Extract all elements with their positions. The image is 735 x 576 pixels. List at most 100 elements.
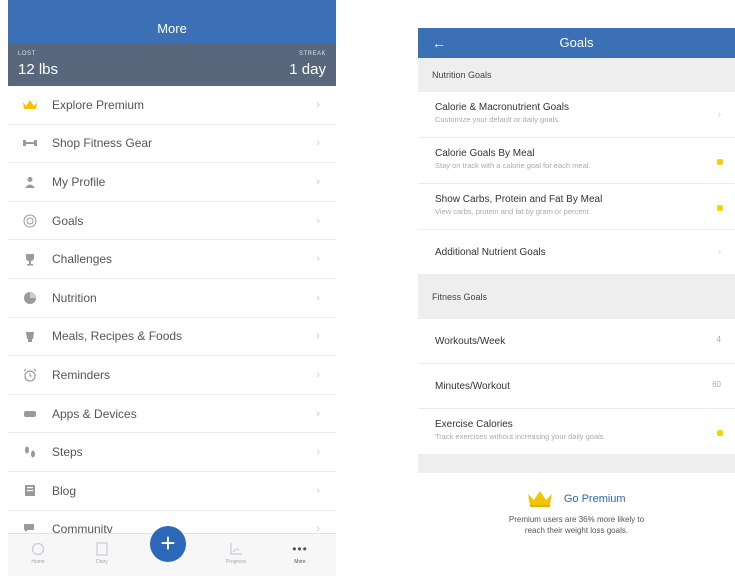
toggle-switch[interactable] bbox=[717, 205, 723, 211]
goal-row-calorie-macronutrient[interactable]: Calorie & Macronutrient Goals Customize … bbox=[418, 92, 735, 138]
back-arrow-icon[interactable]: ← bbox=[432, 28, 446, 58]
goal-row-additional-nutrient-goals[interactable]: Additional Nutrient Goals › bbox=[418, 230, 735, 275]
page-title: More bbox=[157, 21, 187, 36]
more-screen: More LOST 12 lbs STREAK 1 day Explore Pr… bbox=[8, 0, 336, 576]
menu-item-label: Steps bbox=[52, 445, 83, 460]
goal-row-calorie-goals-by-meal[interactable]: Calorie Goals By Meal Stay on track with… bbox=[418, 138, 735, 184]
goal-value: 60 bbox=[712, 380, 721, 389]
more-dots-icon: ••• bbox=[292, 542, 308, 556]
crown-icon bbox=[22, 97, 38, 113]
menu-item-my-profile[interactable]: My Profile › bbox=[8, 163, 336, 202]
goal-value: 4 bbox=[716, 335, 721, 344]
lost-value: 12 lbs bbox=[18, 61, 59, 78]
menu-item-reminders[interactable]: Reminders › bbox=[8, 356, 336, 395]
goal-row-minutes-workout[interactable]: Minutes/Workout 60 bbox=[418, 364, 735, 409]
chevron-right-icon: › bbox=[316, 330, 320, 343]
chevron-right-icon: › bbox=[718, 109, 721, 119]
section-header-fitness: Fitness Goals bbox=[418, 275, 735, 319]
trophy-icon bbox=[22, 251, 38, 267]
goal-row-show-carbs-protein-fat[interactable]: Show Carbs, Protein and Fat By Meal View… bbox=[418, 184, 735, 230]
premium-note: Premium users are 36% more likely to rea… bbox=[418, 514, 735, 536]
menu-item-explore-premium[interactable]: Explore Premium › bbox=[8, 86, 336, 125]
progress-chart-icon bbox=[230, 543, 242, 555]
menu-item-label: Nutrition bbox=[52, 290, 97, 305]
menu-item-label: Explore Premium bbox=[52, 97, 145, 112]
menu-item-challenges[interactable]: Challenges › bbox=[8, 240, 336, 279]
goal-title: Show Carbs, Protein and Fat By Meal bbox=[435, 194, 603, 205]
menu-item-label: Meals, Recipes & Foods bbox=[52, 329, 183, 344]
devices-icon bbox=[22, 406, 38, 422]
bottom-tab-bar: Home Diary + Progress ••• More bbox=[8, 526, 336, 576]
tab-more[interactable]: ••• More bbox=[280, 538, 320, 565]
goal-subtitle: Track exercises without increasing your … bbox=[435, 432, 606, 441]
section-title: Nutrition Goals bbox=[432, 70, 492, 80]
more-header: More bbox=[8, 0, 336, 44]
goal-title: Calorie & Macronutrient Goals bbox=[435, 102, 569, 113]
tab-label: More bbox=[294, 559, 306, 565]
pie-chart-icon bbox=[22, 290, 38, 306]
add-button[interactable]: + bbox=[150, 526, 186, 562]
tab-label: Diary bbox=[96, 559, 108, 565]
premium-note-line: reach their weight loss goals. bbox=[524, 526, 629, 536]
chevron-right-icon: › bbox=[316, 98, 320, 111]
menu-item-label: Apps & Devices bbox=[52, 406, 137, 421]
goal-title: Exercise Calories bbox=[435, 419, 513, 430]
alarm-clock-icon bbox=[22, 367, 38, 383]
goal-subtitle: Customize your default or daily goals. bbox=[435, 115, 561, 124]
chevron-right-icon: › bbox=[718, 246, 721, 256]
go-premium-button[interactable]: Go Premium bbox=[418, 490, 735, 508]
footsteps-icon bbox=[22, 444, 38, 460]
menu-item-label: Challenges bbox=[52, 252, 113, 267]
premium-note-line: Premium users are 36% more likely to bbox=[508, 515, 645, 525]
goal-title: Workouts/Week bbox=[435, 335, 506, 347]
menu-item-goals[interactable]: Goals › bbox=[8, 202, 336, 241]
page-title: Goals bbox=[559, 35, 594, 50]
progress-stats-bar: LOST 12 lbs STREAK 1 day bbox=[8, 44, 336, 86]
toggle-switch[interactable] bbox=[717, 159, 723, 165]
menu-item-nutrition[interactable]: Nutrition › bbox=[8, 279, 336, 318]
goal-title: Minutes/Workout bbox=[435, 380, 510, 392]
lost-label: LOST bbox=[18, 51, 36, 57]
home-icon bbox=[31, 542, 45, 556]
menu-item-apps-devices[interactable]: Apps & Devices › bbox=[8, 395, 336, 434]
goals-header: ← Goals bbox=[418, 28, 735, 58]
menu-item-meals-recipes-foods[interactable]: Meals, Recipes & Foods › bbox=[8, 318, 336, 357]
chevron-right-icon: › bbox=[316, 368, 320, 381]
section-header-nutrition: Nutrition Goals bbox=[418, 58, 735, 92]
section-divider bbox=[418, 455, 735, 473]
toggle-switch[interactable] bbox=[717, 430, 723, 436]
chevron-right-icon: › bbox=[316, 484, 320, 497]
tab-home[interactable]: Home bbox=[18, 538, 58, 565]
goals-screen: ← Goals Nutrition Goals Calorie & Macron… bbox=[418, 0, 735, 576]
chevron-right-icon: › bbox=[316, 214, 320, 227]
menu-item-label: Reminders bbox=[52, 367, 111, 382]
menu-item-steps[interactable]: Steps › bbox=[8, 433, 336, 472]
goal-title: Additional Nutrient Goals bbox=[435, 246, 546, 258]
section-title: Fitness Goals bbox=[432, 292, 488, 302]
tab-progress[interactable]: Progress bbox=[216, 538, 256, 565]
menu-item-label: Goals bbox=[52, 213, 84, 228]
tab-diary[interactable]: Diary bbox=[82, 538, 122, 565]
go-premium-label: Go Premium bbox=[563, 493, 626, 505]
chevron-right-icon: › bbox=[316, 253, 320, 266]
menu-item-shop-fitness-gear[interactable]: Shop Fitness Gear › bbox=[8, 125, 336, 164]
goals-list: Nutrition Goals Calorie & Macronutrient … bbox=[418, 58, 735, 473]
goal-subtitle: View carbs, protein and fat by gram or p… bbox=[435, 207, 591, 216]
target-icon bbox=[22, 213, 38, 229]
person-icon bbox=[22, 174, 38, 190]
menu-item-label: My Profile bbox=[52, 174, 106, 189]
blog-icon bbox=[22, 483, 38, 499]
goal-row-workouts-week[interactable]: Workouts/Week 4 bbox=[418, 319, 735, 364]
goal-row-exercise-calories[interactable]: Exercise Calories Track exercises withou… bbox=[418, 409, 735, 455]
chevron-right-icon: › bbox=[316, 446, 320, 459]
streak-label: STREAK bbox=[298, 51, 326, 57]
dumbbell-icon bbox=[22, 135, 38, 151]
premium-promo: Go Premium Premium users are 36% more li… bbox=[418, 490, 735, 536]
chevron-right-icon: › bbox=[316, 175, 320, 188]
crown-icon bbox=[528, 491, 553, 507]
menu-item-blog[interactable]: Blog › bbox=[8, 472, 336, 511]
tab-label: Progress bbox=[225, 559, 246, 565]
tab-label: Home bbox=[31, 559, 45, 565]
diary-icon bbox=[96, 542, 108, 556]
goal-subtitle: Stay on track with a calorie goal for ea… bbox=[435, 161, 591, 170]
